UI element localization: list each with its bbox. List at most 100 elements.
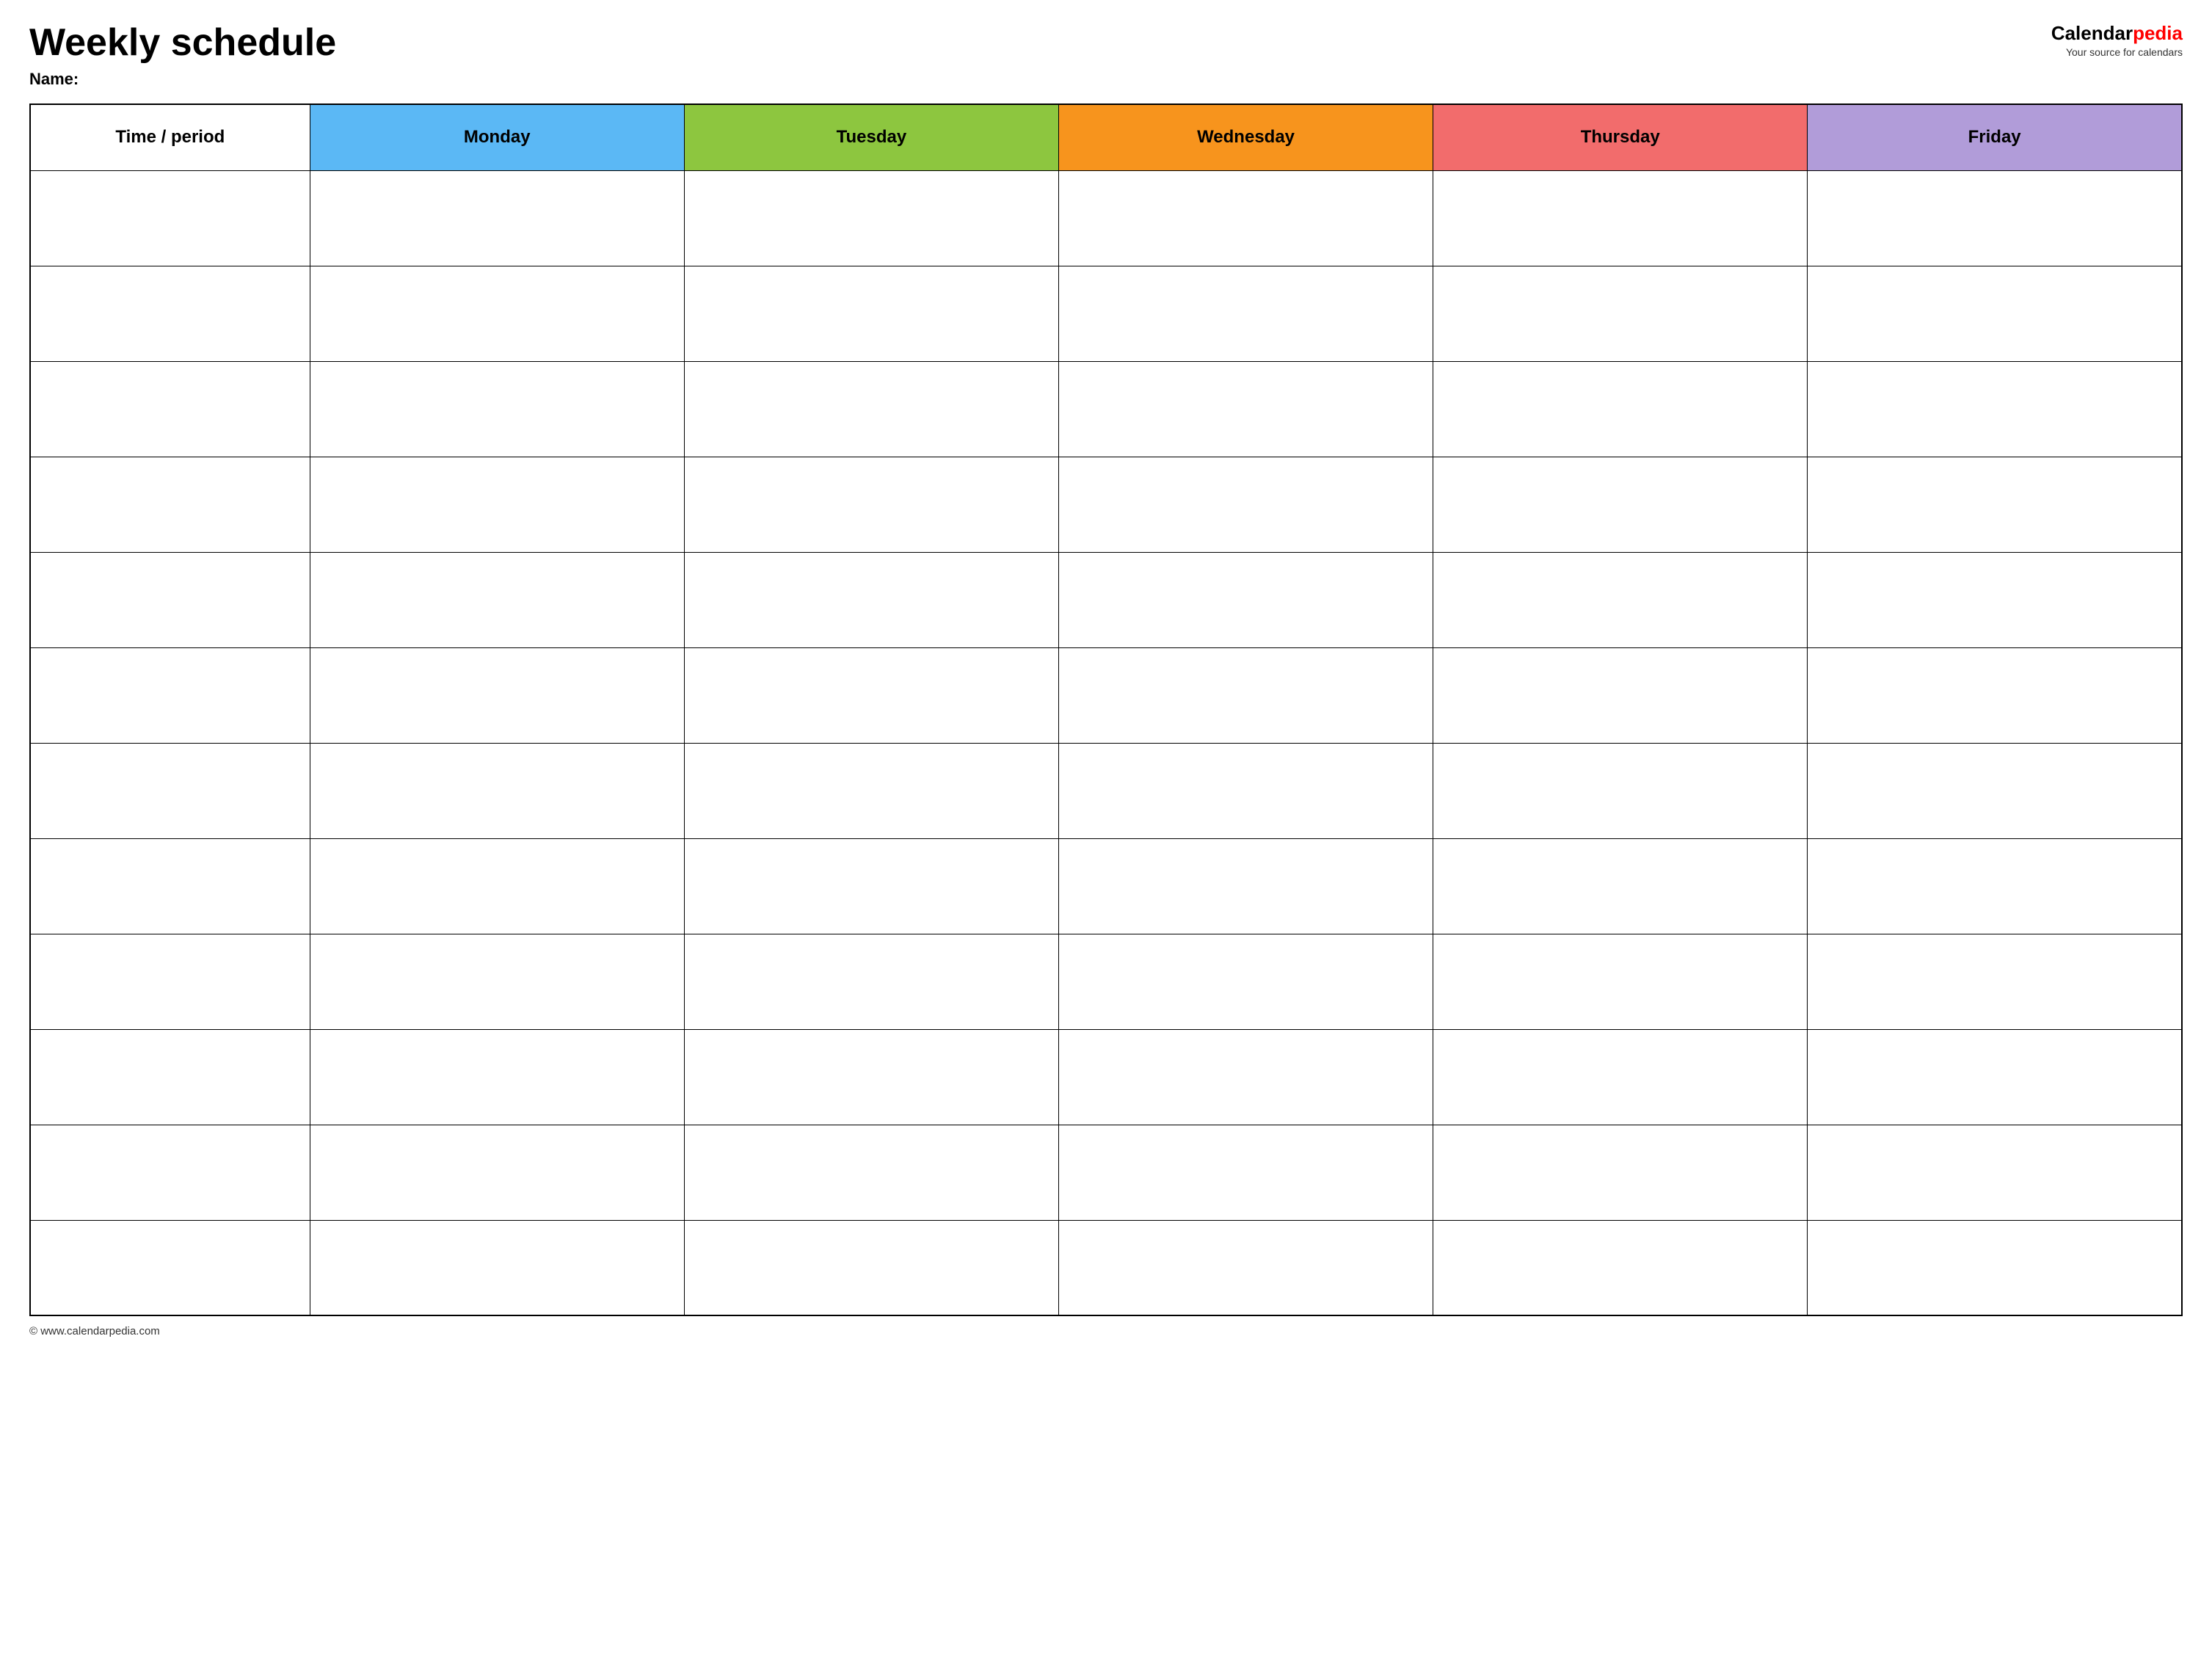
- logo-calendar: Calendar: [2051, 22, 2133, 44]
- schedule-cell[interactable]: [1808, 361, 2182, 457]
- time-cell[interactable]: [30, 266, 310, 361]
- schedule-cell[interactable]: [310, 743, 684, 838]
- schedule-cell[interactable]: [684, 266, 1058, 361]
- table-row: [30, 647, 2182, 743]
- title-area: Weekly schedule Name:: [29, 22, 2051, 89]
- schedule-cell[interactable]: [1058, 1220, 1433, 1315]
- schedule-cell[interactable]: [1058, 361, 1433, 457]
- schedule-cell[interactable]: [310, 838, 684, 934]
- schedule-cell[interactable]: [1808, 170, 2182, 266]
- col-header-time: Time / period: [30, 104, 310, 170]
- logo-text: Calendarpedia: [2051, 22, 2183, 45]
- schedule-cell[interactable]: [1433, 647, 1808, 743]
- time-cell[interactable]: [30, 170, 310, 266]
- logo-area: Calendarpedia Your source for calendars: [2051, 22, 2183, 58]
- schedule-cell[interactable]: [1058, 838, 1433, 934]
- schedule-cell[interactable]: [1808, 1029, 2182, 1125]
- schedule-cell[interactable]: [684, 934, 1058, 1029]
- time-cell[interactable]: [30, 1125, 310, 1220]
- schedule-cell[interactable]: [310, 361, 684, 457]
- name-label: Name:: [29, 70, 2051, 89]
- time-cell[interactable]: [30, 361, 310, 457]
- table-row: [30, 1029, 2182, 1125]
- table-row: [30, 1220, 2182, 1315]
- col-header-monday: Monday: [310, 104, 684, 170]
- page-header: Weekly schedule Name: Calendarpedia Your…: [29, 22, 2183, 89]
- schedule-cell[interactable]: [1058, 170, 1433, 266]
- schedule-cell[interactable]: [684, 838, 1058, 934]
- schedule-cell[interactable]: [1808, 266, 2182, 361]
- time-cell[interactable]: [30, 457, 310, 552]
- col-header-tuesday: Tuesday: [684, 104, 1058, 170]
- table-row: [30, 552, 2182, 647]
- schedule-cell[interactable]: [1058, 552, 1433, 647]
- schedule-cell[interactable]: [1808, 647, 2182, 743]
- schedule-cell[interactable]: [1058, 647, 1433, 743]
- schedule-cell[interactable]: [1058, 1029, 1433, 1125]
- col-header-wednesday: Wednesday: [1058, 104, 1433, 170]
- schedule-cell[interactable]: [1433, 361, 1808, 457]
- schedule-cell[interactable]: [684, 743, 1058, 838]
- time-cell[interactable]: [30, 934, 310, 1029]
- schedule-cell[interactable]: [310, 934, 684, 1029]
- schedule-body: [30, 170, 2182, 1315]
- logo-tagline: Your source for calendars: [2066, 46, 2183, 58]
- schedule-cell[interactable]: [1058, 457, 1433, 552]
- schedule-cell[interactable]: [1058, 743, 1433, 838]
- schedule-cell[interactable]: [684, 647, 1058, 743]
- schedule-cell[interactable]: [1433, 1220, 1808, 1315]
- schedule-cell[interactable]: [310, 647, 684, 743]
- schedule-cell[interactable]: [684, 1029, 1058, 1125]
- schedule-cell[interactable]: [1808, 934, 2182, 1029]
- schedule-cell[interactable]: [684, 170, 1058, 266]
- col-header-thursday: Thursday: [1433, 104, 1808, 170]
- schedule-cell[interactable]: [310, 266, 684, 361]
- table-row: [30, 934, 2182, 1029]
- schedule-cell[interactable]: [1808, 743, 2182, 838]
- schedule-cell[interactable]: [1433, 1029, 1808, 1125]
- schedule-cell[interactable]: [310, 457, 684, 552]
- schedule-cell[interactable]: [1058, 1125, 1433, 1220]
- table-row: [30, 170, 2182, 266]
- table-row: [30, 1125, 2182, 1220]
- schedule-cell[interactable]: [310, 1125, 684, 1220]
- time-cell[interactable]: [30, 1029, 310, 1125]
- schedule-cell[interactable]: [684, 361, 1058, 457]
- time-cell[interactable]: [30, 838, 310, 934]
- schedule-cell[interactable]: [1058, 934, 1433, 1029]
- schedule-cell[interactable]: [310, 1220, 684, 1315]
- schedule-cell[interactable]: [1433, 552, 1808, 647]
- schedule-cell[interactable]: [310, 170, 684, 266]
- time-cell[interactable]: [30, 743, 310, 838]
- schedule-cell[interactable]: [310, 1029, 684, 1125]
- schedule-cell[interactable]: [1433, 266, 1808, 361]
- table-row: [30, 457, 2182, 552]
- schedule-cell[interactable]: [1058, 266, 1433, 361]
- page-title: Weekly schedule: [29, 22, 2051, 64]
- schedule-cell[interactable]: [1808, 552, 2182, 647]
- table-header-row: Time / period Monday Tuesday Wednesday T…: [30, 104, 2182, 170]
- schedule-cell[interactable]: [1433, 934, 1808, 1029]
- time-cell[interactable]: [30, 1220, 310, 1315]
- schedule-cell[interactable]: [1433, 170, 1808, 266]
- schedule-cell[interactable]: [1433, 743, 1808, 838]
- footer-url: © www.calendarpedia.com: [29, 1325, 160, 1337]
- table-row: [30, 838, 2182, 934]
- weekly-schedule-table: Time / period Monday Tuesday Wednesday T…: [29, 104, 2183, 1316]
- schedule-cell[interactable]: [1808, 838, 2182, 934]
- time-cell[interactable]: [30, 647, 310, 743]
- time-cell[interactable]: [30, 552, 310, 647]
- logo-pedia: pedia: [2133, 22, 2183, 44]
- schedule-cell[interactable]: [684, 457, 1058, 552]
- schedule-cell[interactable]: [684, 1220, 1058, 1315]
- schedule-cell[interactable]: [1808, 457, 2182, 552]
- schedule-cell[interactable]: [1433, 1125, 1808, 1220]
- schedule-cell[interactable]: [1433, 838, 1808, 934]
- footer: © www.calendarpedia.com: [29, 1325, 2183, 1337]
- schedule-cell[interactable]: [310, 552, 684, 647]
- schedule-cell[interactable]: [684, 1125, 1058, 1220]
- schedule-cell[interactable]: [1808, 1220, 2182, 1315]
- schedule-cell[interactable]: [684, 552, 1058, 647]
- schedule-cell[interactable]: [1433, 457, 1808, 552]
- schedule-cell[interactable]: [1808, 1125, 2182, 1220]
